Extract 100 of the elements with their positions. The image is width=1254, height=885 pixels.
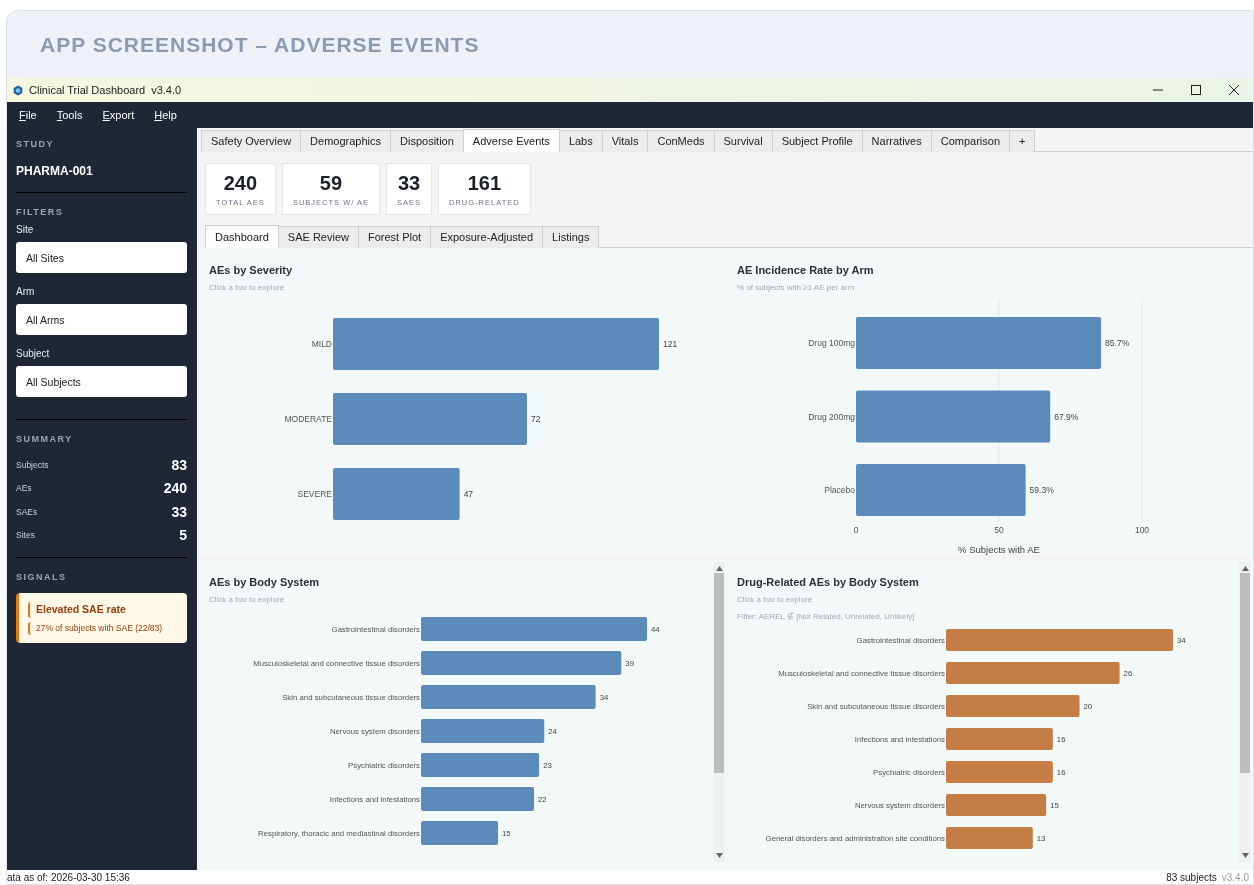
- chart-bar[interactable]: [946, 628, 1173, 651]
- version-label: v3.4.0: [151, 82, 182, 98]
- tab[interactable]: +: [1009, 130, 1036, 152]
- field-label: Arm: [16, 285, 36, 299]
- subject-count: 83 subjects: [1166, 870, 1217, 884]
- kpi-value: 33: [397, 172, 421, 194]
- chart-bar[interactable]: [421, 650, 622, 675]
- scroll-thumb[interactable]: [714, 573, 724, 773]
- signal-title: Elevated SAE rate: [28, 602, 179, 618]
- chart-bar[interactable]: [421, 684, 596, 709]
- category-label: Drug 200mg: [808, 411, 855, 421]
- select-field[interactable]: All Subjects: [16, 366, 187, 397]
- section-heading: SUMMARY: [16, 433, 74, 446]
- field-label: Site: [16, 223, 35, 237]
- tab[interactable]: Vitals: [601, 130, 649, 152]
- tab[interactable]: Survival: [713, 130, 773, 152]
- chart-title: AE Incidence Rate by Arm: [737, 263, 875, 278]
- summary-value: 83: [171, 455, 187, 475]
- value-label: 67.9%: [1054, 411, 1079, 421]
- tab[interactable]: Safety Overview: [201, 130, 302, 152]
- menu-item[interactable]: Export: [102, 106, 144, 124]
- value-label: 121: [663, 338, 678, 349]
- chart-bar[interactable]: [946, 793, 1047, 816]
- tab[interactable]: Forest Plot: [357, 226, 432, 248]
- page-heading: APP SCREENSHOT – ADVERSE EVENTS: [40, 31, 480, 58]
- chart-bar[interactable]: [946, 694, 1080, 717]
- category-label: Placebo: [824, 484, 855, 495]
- category-label: Drug 100mg: [808, 337, 855, 348]
- menu-item[interactable]: Help: [154, 106, 186, 124]
- close-icon: [1229, 85, 1239, 95]
- status-text: ata as of: 2026-03-30 15:36: [7, 870, 130, 884]
- signal-detail: 27% of subjects with SAE (22/83): [28, 621, 179, 635]
- chart-bar[interactable]: [856, 316, 1102, 369]
- tab[interactable]: Subject Profile: [771, 130, 863, 152]
- tab[interactable]: Listings: [542, 226, 600, 248]
- scrollbar[interactable]: [713, 562, 725, 862]
- select-field[interactable]: All Arms: [16, 304, 187, 335]
- tab[interactable]: Dashboard: [205, 225, 279, 248]
- chart-bar[interactable]: [946, 661, 1120, 684]
- app-logo-icon: [13, 84, 23, 96]
- tab[interactable]: Demographics: [300, 130, 391, 152]
- select-field[interactable]: All Sites: [16, 242, 187, 273]
- chart-subtitle: Click a bar to explore: [209, 593, 286, 606]
- summary-value: 240: [163, 479, 187, 499]
- value-label: 59.3%: [1029, 484, 1054, 495]
- value-label: 72: [531, 413, 541, 424]
- chart-bar[interactable]: [421, 752, 540, 777]
- tick-label: 100: [1134, 524, 1150, 535]
- scrollbar[interactable]: [1239, 562, 1251, 862]
- chart-subtitle: Click a bar to explore: [737, 593, 814, 606]
- chart-bar[interactable]: [421, 820, 499, 845]
- chart-bar[interactable]: [946, 727, 1053, 750]
- section-heading: FILTERS: [16, 205, 65, 219]
- kpi-value: 59: [318, 172, 344, 194]
- category-label: SEVERE: [297, 488, 332, 499]
- scroll-up-icon[interactable]: [1241, 566, 1249, 571]
- chart-title: AEs by Body System: [209, 575, 321, 590]
- chart-bar[interactable]: [946, 826, 1033, 849]
- summary-value: 33: [171, 502, 187, 522]
- chart-bar[interactable]: [333, 467, 460, 520]
- scroll-down-icon[interactable]: [715, 853, 723, 858]
- summary-label: AEs: [16, 482, 32, 496]
- field-label: Subject: [16, 347, 51, 361]
- summary-label: Subjects: [16, 458, 49, 472]
- scroll-thumb[interactable]: [1240, 573, 1250, 773]
- tab[interactable]: Disposition: [390, 130, 464, 152]
- kpi-value: 161: [466, 172, 502, 194]
- kpi-value: 240: [222, 172, 259, 194]
- chart-bar[interactable]: [421, 616, 647, 641]
- tab[interactable]: ConMeds: [647, 130, 715, 152]
- tab[interactable]: Narratives: [861, 130, 932, 152]
- category-label: MILD: [311, 338, 332, 349]
- scroll-down-icon[interactable]: [1241, 853, 1249, 858]
- tab[interactable]: Comparison: [930, 130, 1010, 152]
- section-heading: STUDY: [16, 138, 55, 151]
- section-heading: SIGNALS: [16, 570, 68, 584]
- tick-label: 0: [853, 524, 859, 535]
- scroll-up-icon[interactable]: [715, 566, 723, 571]
- axis-title: % Subjects with AE: [958, 543, 1040, 555]
- chart-bar[interactable]: [856, 463, 1026, 516]
- chart-title: Drug-Related AEs by Body System: [737, 575, 920, 590]
- chart-bar[interactable]: [856, 390, 1051, 442]
- chart-subtitle: Click a bar to explore: [209, 281, 286, 294]
- chart-title: AEs by Severity: [209, 263, 294, 278]
- value-label: 47: [463, 488, 474, 499]
- summary-value: 5: [179, 526, 187, 546]
- chart-bar[interactable]: [421, 786, 534, 811]
- tab[interactable]: SAE Review: [277, 226, 359, 248]
- chart-bar[interactable]: [946, 760, 1053, 783]
- chart-subtitle: % of subjects with ≥1 AE per arm: [737, 281, 856, 294]
- tab[interactable]: Labs: [558, 130, 603, 152]
- menu-item[interactable]: File: [19, 106, 46, 124]
- chart-bar[interactable]: [421, 718, 545, 743]
- tab[interactable]: Exposure-Adjusted: [430, 226, 544, 248]
- menu-item[interactable]: Tools: [56, 106, 92, 124]
- summary-label: Sites: [16, 529, 35, 543]
- tab[interactable]: Adverse Events: [462, 129, 560, 152]
- value-label: 85.7%: [1105, 337, 1130, 348]
- maximize-icon: [1191, 85, 1201, 95]
- study-name: PHARMA-001: [16, 162, 94, 180]
